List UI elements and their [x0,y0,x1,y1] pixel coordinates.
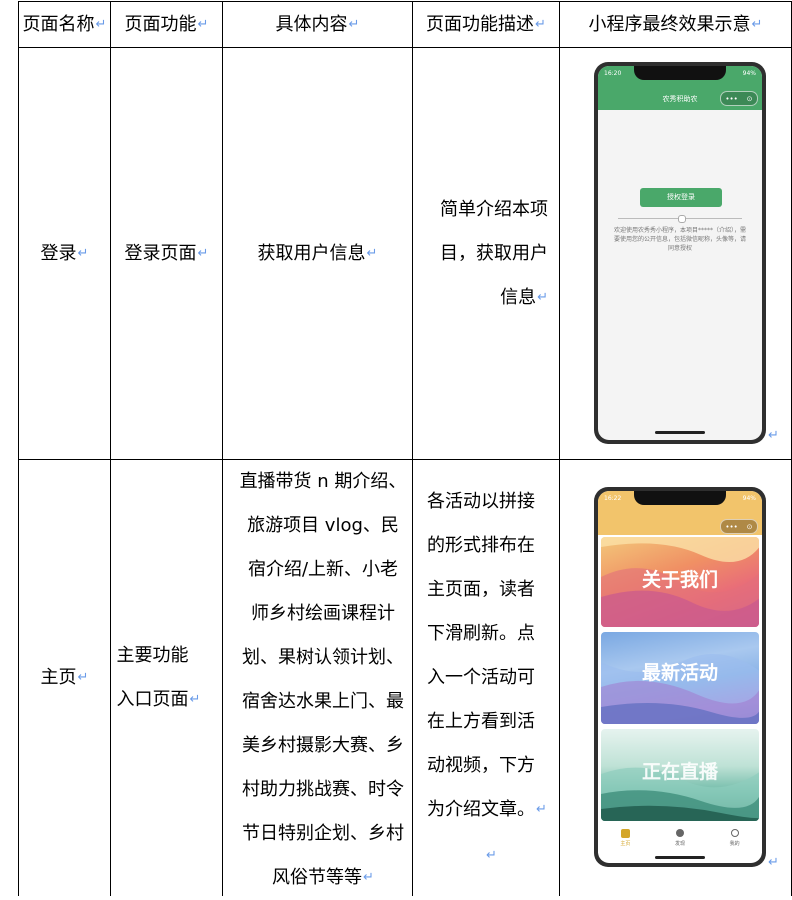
tab-label: 发现 [674,841,685,847]
status-battery: 94% [742,70,756,77]
header-page-name-text: 页面名称 [22,13,95,35]
more-dots-icon: ••• [725,522,738,531]
header-page-name: 页面名称 ↵ [19,2,110,47]
card-about-us[interactable]: 关于我们 [601,537,759,627]
card-title: 正在直播 [641,761,718,783]
profile-icon [730,829,739,837]
row-home-name-text: 主页 [40,667,77,688]
home-indicator [655,856,705,859]
row-login-content: 获取用户信息 ↵ [223,48,412,459]
return-mark: ↵ [366,245,378,261]
row-login-function: 登录页面 ↵ [111,48,222,459]
discover-icon [675,829,684,837]
status-battery: 94% [742,495,756,502]
header-page-function-text: 页面功能 [124,13,197,35]
return-mark: ↵ [537,289,548,305]
row-login-function-text: 登录页面 [124,242,197,264]
return-mark: ↵ [486,848,497,863]
close-target-icon: ⊙ [746,94,753,103]
menu-capsule[interactable]: ••• ⊙ [720,519,758,534]
row-login-description: 简单介绍本项 目，获取用户 信息↵ [413,48,559,459]
row-home-description: 各活动以拼接 的形式排布在 主页面，读者 下滑刷新。点 入一个活动可 在上方看到… [413,460,559,896]
login-phone-screen: 16:20 94% 农秀积助农 ••• ⊙ 授权登录 欢迎使用农秀秀小程序，本项… [598,66,762,440]
menu-capsule[interactable]: ••• ⊙ [720,91,758,106]
login-phone-mockup: 16:20 94% 农秀积助农 ••• ⊙ 授权登录 欢迎使用农秀秀小程序，本项… [594,62,766,444]
return-mark: ↵ [363,870,374,885]
phone-notch [634,66,726,80]
authorize-login-button[interactable]: 授权登录 [640,188,722,207]
row-home-name: 主页 ↵ [19,460,110,896]
tab-home[interactable]: 主页 [605,827,645,853]
document-page: 页面名称 ↵ 页面功能 ↵ 具体内容 ↵ 页面功能描述 ↵ 小程序最终效果示意 ↵ 登录 ↵… [0,0,792,896]
card-latest-activity[interactable]: 最新活动 [601,632,759,724]
header-description: 页面功能描述 ↵ [413,2,559,47]
return-mark: ↵ [768,428,779,443]
card-title: 关于我们 [641,569,718,591]
return-mark: ↵ [348,16,360,32]
card-title: 最新活动 [641,662,718,684]
home-phone-screen: 16:22 94% ••• ⊙ 关于我们 最新活动 正在直播 主页 发现 我的 [598,491,762,863]
row-home-content: 直播带货 n 期介绍、 旅游项目 vlog、民 宿介绍/上新、小老 师乡村绘画课… [223,460,412,896]
header-preview-text: 小程序最终效果示意 [588,13,751,35]
return-mark: ↵ [189,692,201,707]
header-page-function: 页面功能 ↵ [111,2,222,47]
status-time: 16:20 [604,70,622,77]
return-mark: ↵ [536,802,547,817]
return-mark: ↵ [77,245,89,261]
return-mark: ↵ [751,16,763,32]
return-mark: ↵ [95,16,107,32]
header-content: 具体内容 ↵ [223,2,412,47]
status-time: 16:22 [604,495,622,502]
more-dots-icon: ••• [725,94,738,103]
home-indicator [655,431,705,434]
tab-label: 我的 [729,841,740,847]
row-login-content-text: 获取用户信息 [257,242,366,264]
home-phone-mockup: 16:22 94% ••• ⊙ 关于我们 最新活动 正在直播 主页 发现 我的 [594,487,766,867]
row-login-name: 登录 ↵ [19,48,110,459]
row-login-name-text: 登录 [40,242,77,264]
table-col-divider-4 [559,1,560,896]
home-icon [620,829,630,838]
bottom-tab-bar: 主页 发现 我的 [598,827,762,853]
row-home-function-text: 主要功能 入口页面 [116,645,189,710]
tab-discover[interactable]: 发现 [660,827,700,853]
header-content-text: 具体内容 [275,13,348,35]
return-mark: ↵ [77,670,89,685]
divider-dot [678,215,686,223]
return-mark: ↵ [535,16,546,32]
close-target-icon: ⊙ [746,522,753,531]
header-description-text: 页面功能描述 [426,13,535,35]
return-mark: ↵ [197,16,209,32]
row-login-description-text: 简单介绍本项 目，获取用户 信息 [440,198,548,308]
phone-notch [634,491,726,505]
row-home-content-text: 直播带货 n 期介绍、 旅游项目 vlog、民 宿介绍/上新、小老 师乡村绘画课… [239,471,407,888]
return-mark: ↵ [197,245,209,261]
return-mark: ↵ [768,855,779,870]
tab-profile[interactable]: 我的 [715,827,755,853]
row-home-description-text: 各活动以拼接 的形式排布在 主页面，读者 下滑刷新。点 入一个活动可 在上方看到… [427,491,535,820]
card-live-now[interactable]: 正在直播 [601,729,759,821]
row-home-function: 主要功能 入口页面↵ [111,460,222,896]
tab-label: 主页 [620,841,631,847]
header-preview: 小程序最终效果示意 ↵ [560,2,791,47]
login-intro-text: 欢迎使用农秀秀小程序，本项目*****（介绍），需要使用您的公开信息，包括微信昵… [613,227,746,252]
